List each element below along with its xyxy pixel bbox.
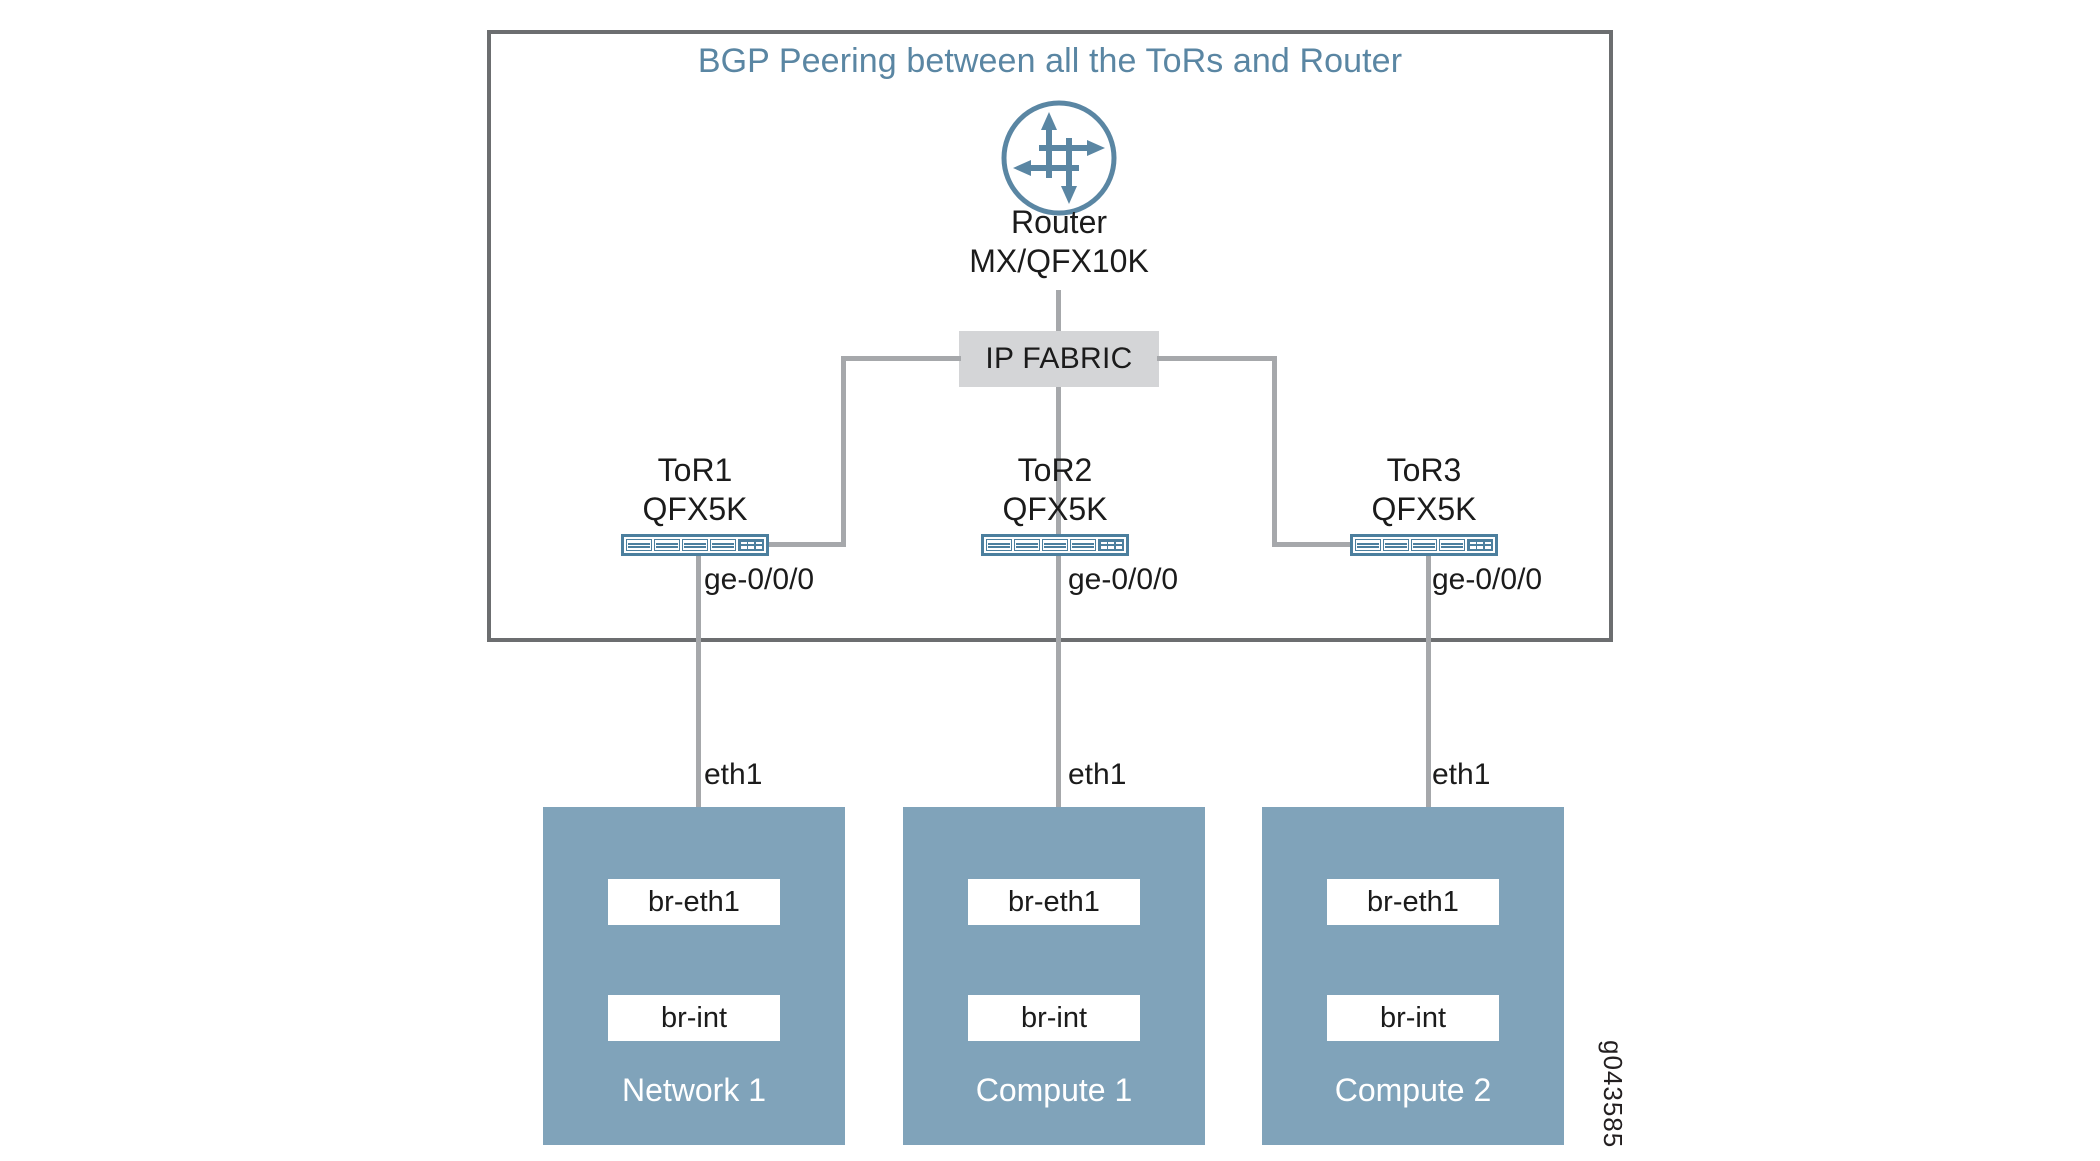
diagram-canvas: BGP Peering between all the ToRs and Rou… (0, 0, 2100, 1161)
tor3-interface-label: ge-0/0/0 (1432, 563, 1543, 596)
tor3-to-compute2-line (1426, 556, 1431, 808)
ip-fabric-label: IP FABRIC (985, 342, 1133, 375)
tor2-switch-icon (981, 534, 1129, 556)
router-icon (999, 98, 1119, 218)
switch-port-group (682, 539, 708, 551)
tor2-model: QFX5K (1002, 491, 1108, 527)
switch-port-group (1439, 539, 1465, 551)
switch-uplink-ports (738, 539, 764, 551)
tor2-interface-label: ge-0/0/0 (1068, 563, 1179, 596)
network1-eth1-label: eth1 (704, 758, 763, 791)
switch-port-group (986, 539, 1012, 551)
fabric-left-h-line (841, 356, 961, 361)
tor3-uplink-line (1272, 542, 1358, 547)
tor3-label: ToR3 QFX5K (1274, 451, 1574, 529)
switch-port-group (1383, 539, 1409, 551)
switch-port-group (626, 539, 652, 551)
tor1-model: QFX5K (642, 491, 748, 527)
switch-port-group (1355, 539, 1381, 551)
router-name: Router (1010, 204, 1108, 240)
switch-uplink-ports (1467, 539, 1493, 551)
compute1-eth1-label: eth1 (1068, 758, 1127, 791)
router-to-fabric-line (1056, 290, 1061, 335)
fabric-right-h-line (1157, 356, 1277, 361)
network1-bridge-br-eth1: br-eth1 (608, 879, 780, 925)
switch-port-group (1411, 539, 1437, 551)
node-compute-2: br-eth1 br-int Compute 2 (1262, 807, 1564, 1145)
figure-reference-id: g043585 (1598, 1040, 1628, 1149)
switch-port-group (1042, 539, 1068, 551)
switch-port-group (1014, 539, 1040, 551)
router-label: Router MX/QFX10K (899, 203, 1219, 281)
switch-port-group (654, 539, 680, 551)
compute2-bridge-br-eth1: br-eth1 (1327, 879, 1499, 925)
node-network-1: br-eth1 br-int Network 1 (543, 807, 845, 1145)
tor1-name: ToR1 (657, 452, 733, 488)
tor1-uplink-line (760, 542, 846, 547)
switch-uplink-ports (1098, 539, 1124, 551)
compute2-bridge-br-int: br-int (1327, 995, 1499, 1041)
tor2-to-compute1-line (1056, 556, 1061, 808)
tor3-model: QFX5K (1371, 491, 1477, 527)
tor1-to-network1-line (696, 556, 701, 808)
tor2-name: ToR2 (1017, 452, 1093, 488)
tor1-label: ToR1 QFX5K (545, 451, 845, 529)
compute1-bridge-br-int: br-int (968, 995, 1140, 1041)
diagram-title: BGP Peering between all the ToRs and Rou… (697, 42, 1403, 80)
tor2-label: ToR2 QFX5K (905, 451, 1205, 529)
compute2-name: Compute 2 (1334, 1072, 1492, 1108)
tor3-switch-icon (1350, 534, 1498, 556)
tor1-interface-label: ge-0/0/0 (704, 563, 815, 596)
compute2-eth1-label: eth1 (1432, 758, 1491, 791)
compute1-name: Compute 1 (975, 1072, 1133, 1108)
ip-fabric-box: IP FABRIC (959, 331, 1159, 387)
switch-port-group (710, 539, 736, 551)
tor1-switch-icon (621, 534, 769, 556)
node-compute-1: br-eth1 br-int Compute 1 (903, 807, 1205, 1145)
switch-port-group (1070, 539, 1096, 551)
tor3-name: ToR3 (1386, 452, 1462, 488)
router-model: MX/QFX10K (969, 243, 1149, 279)
network1-name: Network 1 (621, 1072, 767, 1108)
compute1-bridge-br-eth1: br-eth1 (968, 879, 1140, 925)
network1-bridge-br-int: br-int (608, 995, 780, 1041)
